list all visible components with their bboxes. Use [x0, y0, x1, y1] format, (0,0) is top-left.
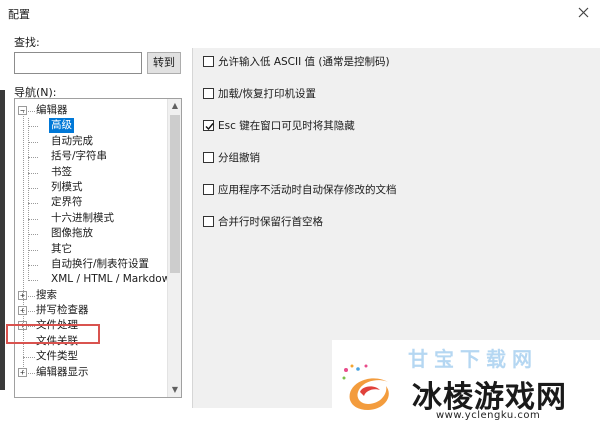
tree-item[interactable]: + 拼写检查器 [15, 303, 169, 318]
tree-child-line [28, 118, 29, 281]
panel-divider [192, 48, 193, 408]
close-button[interactable] [572, 3, 594, 23]
scroll-up-icon[interactable]: ▲ [168, 99, 181, 113]
goto-button[interactable]: 转到 [147, 52, 181, 74]
checkbox[interactable] [203, 152, 214, 163]
tree-item[interactable]: 自动完成 [15, 134, 169, 149]
background-edge [0, 90, 5, 390]
checkbox[interactable] [203, 216, 214, 227]
tree-item[interactable]: 图像拖放 [15, 226, 169, 241]
option-label: 加载/恢复打印机设置 [218, 88, 317, 100]
tree-item[interactable]: 十六进制模式 [15, 211, 169, 226]
scroll-down-icon[interactable]: ▼ [168, 383, 181, 397]
checkbox[interactable] [203, 88, 214, 99]
tree-connector [28, 295, 35, 297]
tree-connector [28, 157, 38, 159]
checkbox[interactable] [203, 56, 214, 67]
highlight-annotation [6, 324, 100, 344]
tree-scrollbar[interactable]: ▲ ▼ [167, 99, 181, 397]
tree-item-label: 编辑器显示 [36, 365, 89, 378]
tree-item[interactable]: 定界符 [15, 195, 169, 210]
tree-item-label: XML / HTML / Markdow [51, 273, 171, 286]
tree-connector [28, 264, 38, 266]
watermark-logo-icon [342, 364, 389, 410]
close-icon[interactable] [578, 7, 589, 18]
checkbox[interactable] [203, 120, 214, 131]
option-label: 应用程序不活动时自动保存修改的文档 [218, 184, 397, 196]
watermark-faint-text: 甘宝下载网 [408, 347, 538, 371]
option-label: 分组撤销 [218, 152, 260, 164]
tree-item[interactable]: + 搜索 [15, 288, 169, 303]
tree-item[interactable]: 书签 [15, 165, 169, 180]
tree-connector [28, 249, 38, 251]
scroll-thumb[interactable] [170, 115, 180, 273]
tree-item-label: 书签 [51, 165, 72, 178]
tree-item[interactable]: 文件类型 [15, 349, 169, 364]
tree-item-label: 括号/字符串 [51, 150, 108, 163]
tree-item[interactable]: 列模式 [15, 180, 169, 195]
tree-connector [28, 111, 35, 112]
tree-connector [28, 126, 38, 128]
tree-item-label: 文件类型 [36, 350, 78, 363]
window-title: 配置 [8, 8, 30, 21]
tree-item-label: 自动完成 [51, 134, 93, 147]
title-bar: 配置 [0, 0, 600, 26]
tree-item-label: 图像拖放 [51, 227, 93, 240]
tree-item-label: 列模式 [51, 180, 83, 193]
tree-item[interactable]: + 编辑器显示 [15, 365, 169, 380]
tree-item-label: 自动换行/制表符设置 [51, 257, 150, 270]
search-label: 查找: [14, 36, 40, 49]
tree-item[interactable]: − 编辑器 [15, 103, 169, 118]
tree-connector [28, 234, 38, 236]
tree-item[interactable]: 自动换行/制表符设置 [15, 257, 169, 272]
tree-connector [28, 218, 38, 220]
tree-item-label: 编辑器 [36, 104, 68, 116]
search-input[interactable] [14, 52, 142, 74]
tree-item-label: 十六进制模式 [51, 211, 114, 224]
tree-connector [28, 280, 38, 282]
tree-connector [28, 187, 38, 189]
tree-item[interactable]: XML / HTML / Markdow [15, 272, 171, 287]
tree-item-label: 高级 [49, 118, 74, 134]
tree-connector [28, 203, 38, 205]
option-label: Esc 键在窗口可见时将其隐藏 [218, 120, 355, 132]
tree-connector [28, 172, 38, 174]
tree-connector [28, 311, 35, 313]
navigation-tree[interactable]: − 编辑器 高级 自动完成括号/字符串 书签列模式定界符十六进制模式 图像拖放其它自动换行… [14, 98, 182, 398]
tree-item-label: 其它 [51, 242, 72, 255]
option-label: 合并行时保留行首空格 [218, 216, 323, 228]
tree-item-label: 拼写检查器 [36, 304, 89, 317]
tree-connector [28, 141, 38, 143]
tree-item[interactable]: 其它 [15, 242, 169, 257]
watermark-url: www.yclengku.com [436, 410, 541, 421]
tree-connector [28, 372, 35, 374]
checkbox[interactable] [203, 184, 214, 195]
tree-item[interactable]: 括号/字符串 [15, 149, 169, 164]
tree-item-label: 搜索 [36, 288, 57, 301]
option-label: 允许输入低 ASCII 值 (通常是控制码) [218, 56, 390, 68]
tree-item-label: 定界符 [51, 196, 83, 209]
checkmark-icon [205, 123, 214, 131]
tree-connector [23, 357, 35, 359]
tree-item[interactable]: 高级 [15, 118, 169, 134]
